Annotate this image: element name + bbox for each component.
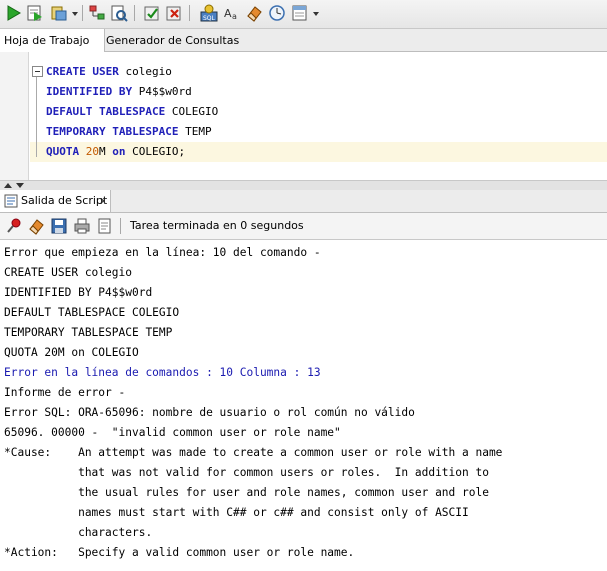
fold-guide <box>36 77 37 157</box>
output-line: DEFAULT TABLESPACE COLEGIO <box>4 306 180 319</box>
output-line: QUOTA 20M on COLEGIO <box>4 346 139 359</box>
script-output-area[interactable]: Error que empieza en la línea: 10 del co… <box>0 240 607 571</box>
code-line: DEFAULT TABLESPACE COLEGIO <box>46 105 219 118</box>
tab-query-builder[interactable]: Generador de Consultas <box>102 29 250 51</box>
output-toolbar: Tarea terminada en 0 segundos <box>0 213 607 240</box>
format-icon[interactable]: Aa <box>223 4 241 22</box>
output-line: 65096. 00000 - "invalid common user or r… <box>4 426 341 439</box>
toolbar-separator <box>189 5 190 21</box>
unshared-worksheet-icon[interactable] <box>291 4 309 22</box>
tab-script-output[interactable]: Salida de Script x <box>0 190 111 212</box>
editor-tabs: Hoja de Trabajo Generador de Consultas <box>0 29 607 52</box>
output-line: that was not valid for common users or r… <box>4 466 489 479</box>
toolbar-separator <box>134 5 135 21</box>
output-line: characters. <box>4 526 153 539</box>
output-line: Error SQL: ORA-65096: nombre de usuario … <box>4 406 415 419</box>
svg-text:A: A <box>224 7 232 20</box>
script-output-icon <box>4 194 18 208</box>
error-location-link[interactable]: Error en la línea de comandos : 10 Colum… <box>4 363 321 383</box>
output-line: CREATE USER colegio <box>4 266 132 279</box>
output-line: *Action: Specify a valid common user or … <box>4 546 355 559</box>
history-icon[interactable] <box>268 4 286 22</box>
output-line: names must start with C## or c## and con… <box>4 506 469 519</box>
chevron-down-icon[interactable] <box>311 4 321 22</box>
sql-history-icon[interactable]: SQL <box>200 4 218 22</box>
svg-text:SQL: SQL <box>203 15 216 22</box>
output-line: Informe de error - <box>4 386 126 399</box>
chevron-down-icon[interactable] <box>70 4 80 22</box>
code-line: QUOTA 20M on COLEGIO; <box>46 145 186 158</box>
autotrace-icon[interactable] <box>50 4 68 22</box>
save-icon[interactable] <box>50 217 68 235</box>
open-in-editor-icon[interactable] <box>96 217 114 235</box>
output-line: TEMPORARY TABLESPACE TEMP <box>4 326 173 339</box>
pin-icon[interactable] <box>5 217 23 235</box>
code-line: CREATE USER colegio <box>46 65 172 78</box>
svg-text:a: a <box>232 12 237 21</box>
fold-collapse-icon[interactable] <box>32 66 43 77</box>
output-line: the usual rules for user and role names,… <box>4 486 489 499</box>
run-statement-icon[interactable] <box>4 4 22 22</box>
code-line: IDENTIFIED BY P4$$w0rd <box>46 85 192 98</box>
output-tabs: Salida de Script x <box>0 190 607 213</box>
print-icon[interactable] <box>73 217 91 235</box>
output-line: *Cause: An attempt was made to create a … <box>4 446 503 459</box>
clear-output-icon[interactable] <box>27 217 45 235</box>
toolbar-separator <box>82 5 83 21</box>
toolbar-separator <box>120 218 121 234</box>
clear-icon[interactable] <box>245 4 263 22</box>
rollback-icon[interactable] <box>165 4 183 22</box>
status-text: Tarea terminada en 0 segundos <box>130 219 304 232</box>
tab-script-output-label: Salida de Script <box>21 194 108 207</box>
sql-tuning-icon[interactable] <box>110 4 128 22</box>
main-toolbar: SQL Aa <box>0 0 607 29</box>
output-line: Error que empieza en la línea: 10 del co… <box>4 246 321 259</box>
output-line: IDENTIFIED BY P4$$w0rd <box>4 286 153 299</box>
code-line: TEMPORARY TABLESPACE TEMP <box>46 125 212 138</box>
close-icon[interactable]: x <box>100 190 107 212</box>
explain-plan-icon[interactable] <box>88 4 106 22</box>
commit-icon[interactable] <box>143 4 161 22</box>
line-gutter <box>0 52 29 180</box>
run-script-icon[interactable] <box>26 4 44 22</box>
tab-worksheet[interactable]: Hoja de Trabajo <box>0 29 105 52</box>
